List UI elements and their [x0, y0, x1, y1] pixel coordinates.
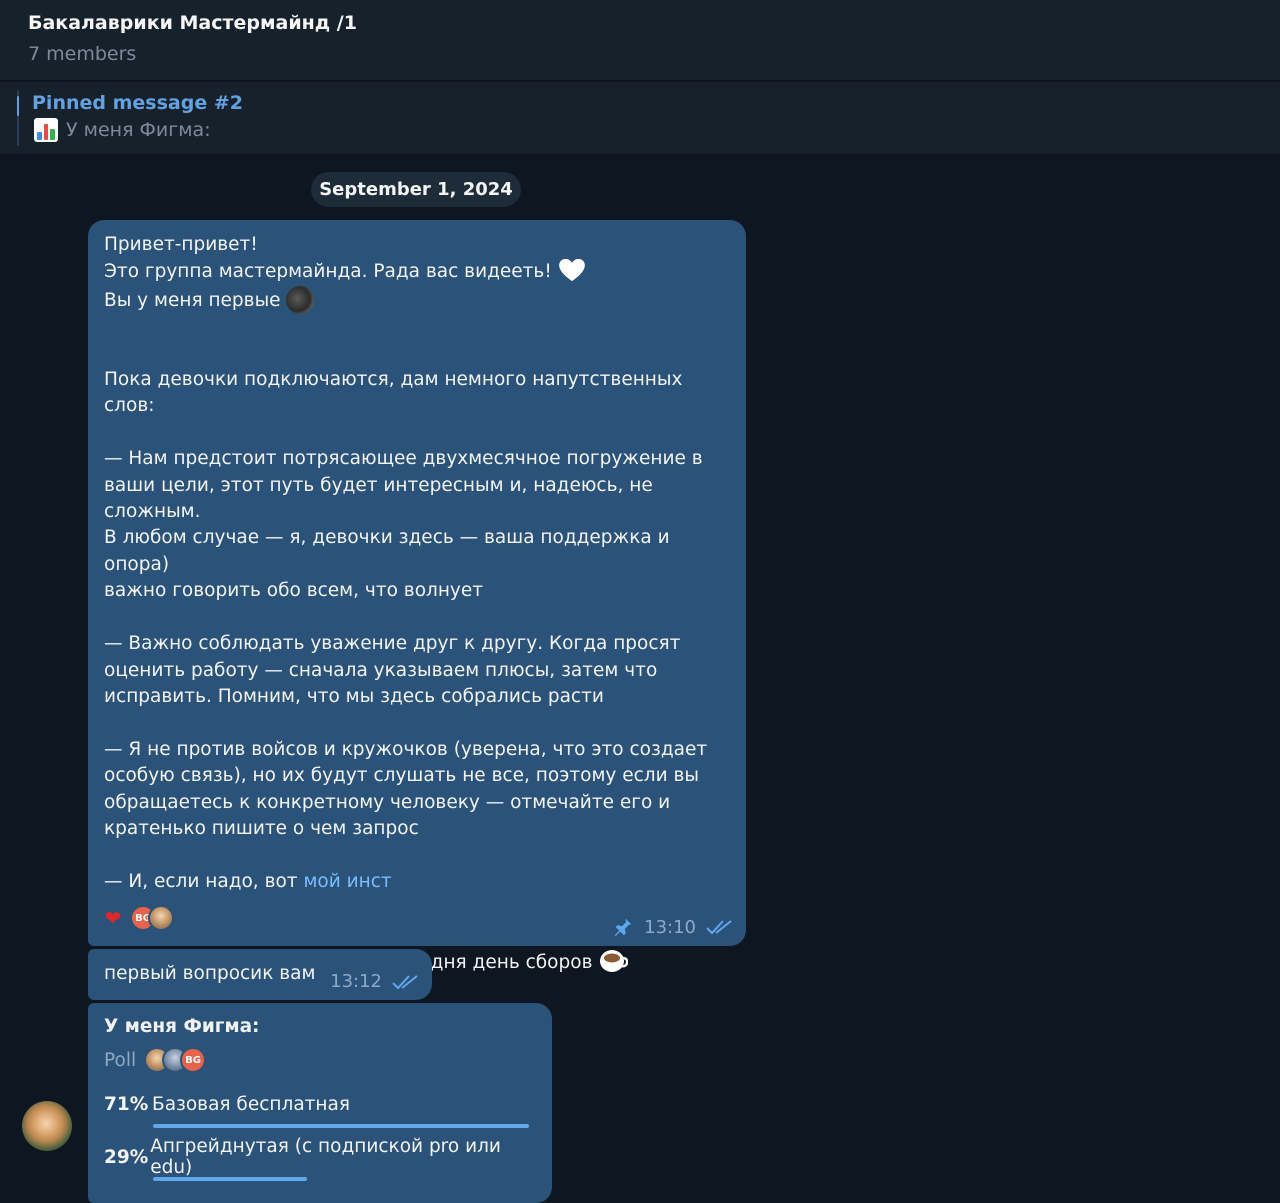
bar-chart-icon	[34, 118, 58, 142]
pinned-indicator-active	[17, 96, 19, 116]
message-line: Это группа мастермайнда. Рада вас видеет…	[104, 261, 558, 283]
red-heart-reaction[interactable]: ❤	[100, 906, 126, 930]
poll-option-percent: 29%	[104, 1146, 149, 1168]
reactor-avatar	[148, 905, 174, 931]
message-text: первый вопросик вам	[104, 963, 316, 984]
poll-type: Poll BG	[104, 1047, 207, 1073]
double-check-icon	[706, 920, 732, 935]
double-check-icon	[392, 974, 418, 989]
poll-bubble[interactable]: У меня Фигма: Poll BG 71% Базовая беспла…	[88, 1003, 552, 1203]
pinned-preview-text: У меня Фигма:	[66, 119, 211, 141]
poll-option-bar	[153, 1177, 307, 1181]
poll-option[interactable]: 29% Апгрейднутая (с подпиской pro или ed…	[104, 1136, 534, 1178]
message-bubble[interactable]: Привет-привет! Это группа мастермайнда. …	[88, 220, 746, 973]
message-line: Привет-привет!	[104, 234, 258, 255]
poll-option[interactable]: 71% Базовая бесплатная	[104, 1089, 534, 1119]
message-time: 13:10	[644, 916, 696, 938]
poll-type-label: Poll	[104, 1049, 137, 1071]
message-paragraph: — И, если надо, вот	[104, 870, 304, 892]
pinned-message-bar[interactable]: Pinned message #2 У меня Фигма:	[0, 82, 1280, 155]
date-separator: September 1, 2024	[311, 172, 521, 207]
poll-option-percent: 71%	[104, 1093, 149, 1115]
coffee-cup-icon	[600, 949, 629, 972]
pinned-title: Pinned message #2	[32, 92, 243, 114]
message-bubble[interactable]: первый вопросик вам 13:12	[88, 949, 432, 1000]
message-paragraph: — Важно соблюдать уважение друг к другу.…	[104, 633, 681, 707]
message-text: Привет-привет! Это группа мастермайнда. …	[104, 232, 734, 976]
chat-title[interactable]: Бакалаврики Мастермайнд /1	[28, 12, 357, 34]
white-heart-icon	[558, 259, 585, 282]
chat-header[interactable]: Бакалаврики Мастермайнд /1 7 members	[0, 0, 1280, 81]
pin-icon	[614, 918, 632, 937]
pinned-preview: У меня Фигма:	[34, 118, 211, 142]
message-meta: 13:10	[612, 916, 734, 938]
message-paragraph: — Нам предстоит потрясающее двухмесячное…	[104, 448, 703, 602]
reactions-bar[interactable]: ❤ BG	[100, 902, 174, 934]
poll-option-label: Базовая бесплатная	[152, 1093, 350, 1115]
sender-avatar[interactable]	[22, 1101, 72, 1151]
poll-option-bar	[153, 1124, 529, 1128]
poll-question: У меня Фигма:	[104, 1016, 260, 1037]
instagram-link[interactable]: мой инст	[303, 871, 391, 892]
message-time: 13:12	[330, 971, 382, 992]
emoji-icon	[286, 285, 315, 314]
member-count: 7 members	[28, 43, 137, 65]
poll-voters[interactable]: BG	[144, 1047, 207, 1073]
message-paragraph: Пока девочки подключаются, дам немного н…	[104, 369, 689, 417]
message-line: Вы у меня первые	[104, 289, 287, 311]
voter-avatar: BG	[180, 1047, 207, 1073]
message-paragraph: — Я не против войсов и кружочков (уверен…	[104, 738, 708, 839]
poll-option-label: Апгрейднутая (с подпиской pro или edu)	[150, 1136, 501, 1178]
message-meta: 13:12	[330, 971, 420, 992]
